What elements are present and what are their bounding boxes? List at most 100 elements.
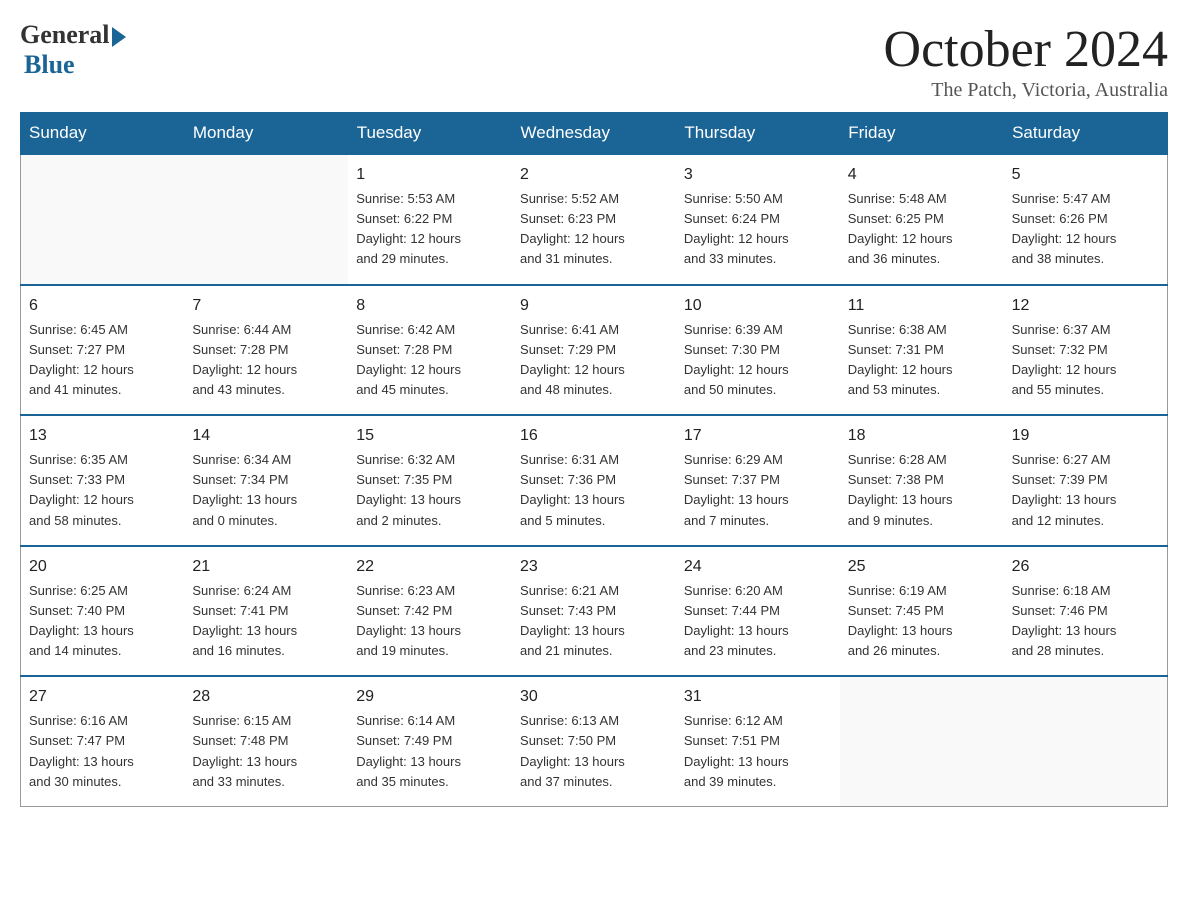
day-number: 7 [192,294,340,318]
day-number: 2 [520,163,668,187]
calendar-day-cell: 30Sunrise: 6:13 AMSunset: 7:50 PMDayligh… [512,676,676,806]
calendar-header-row: SundayMondayTuesdayWednesdayThursdayFrid… [21,113,1168,155]
calendar-day-cell: 4Sunrise: 5:48 AMSunset: 6:25 PMDaylight… [840,154,1004,285]
day-number: 18 [848,424,996,448]
month-title: October 2024 [884,20,1168,79]
day-number: 5 [1012,163,1159,187]
calendar-day-cell: 10Sunrise: 6:39 AMSunset: 7:30 PMDayligh… [676,285,840,416]
calendar-week-row: 13Sunrise: 6:35 AMSunset: 7:33 PMDayligh… [21,415,1168,546]
day-number: 16 [520,424,668,448]
day-info: Sunrise: 6:31 AMSunset: 7:36 PMDaylight:… [520,450,668,531]
day-number: 26 [1012,555,1159,579]
calendar-day-cell: 23Sunrise: 6:21 AMSunset: 7:43 PMDayligh… [512,546,676,677]
day-info: Sunrise: 6:20 AMSunset: 7:44 PMDaylight:… [684,581,832,662]
calendar-day-cell: 29Sunrise: 6:14 AMSunset: 7:49 PMDayligh… [348,676,512,806]
calendar-day-cell: 2Sunrise: 5:52 AMSunset: 6:23 PMDaylight… [512,154,676,285]
day-of-week-header: Thursday [676,113,840,155]
day-of-week-header: Wednesday [512,113,676,155]
day-info: Sunrise: 6:16 AMSunset: 7:47 PMDaylight:… [29,711,176,792]
calendar-day-cell: 25Sunrise: 6:19 AMSunset: 7:45 PMDayligh… [840,546,1004,677]
day-info: Sunrise: 6:13 AMSunset: 7:50 PMDaylight:… [520,711,668,792]
calendar-day-cell: 19Sunrise: 6:27 AMSunset: 7:39 PMDayligh… [1004,415,1168,546]
day-number: 13 [29,424,176,448]
day-number: 20 [29,555,176,579]
day-of-week-header: Monday [184,113,348,155]
page-header: General Blue October 2024 The Patch, Vic… [20,20,1168,102]
day-info: Sunrise: 6:34 AMSunset: 7:34 PMDaylight:… [192,450,340,531]
day-number: 21 [192,555,340,579]
day-number: 4 [848,163,996,187]
calendar-week-row: 6Sunrise: 6:45 AMSunset: 7:27 PMDaylight… [21,285,1168,416]
day-info: Sunrise: 6:39 AMSunset: 7:30 PMDaylight:… [684,320,832,401]
calendar-day-cell: 18Sunrise: 6:28 AMSunset: 7:38 PMDayligh… [840,415,1004,546]
day-number: 28 [192,685,340,709]
calendar-day-cell [840,676,1004,806]
calendar-day-cell: 15Sunrise: 6:32 AMSunset: 7:35 PMDayligh… [348,415,512,546]
day-info: Sunrise: 6:45 AMSunset: 7:27 PMDaylight:… [29,320,176,401]
day-of-week-header: Saturday [1004,113,1168,155]
calendar-day-cell: 6Sunrise: 6:45 AMSunset: 7:27 PMDaylight… [21,285,185,416]
calendar-week-row: 20Sunrise: 6:25 AMSunset: 7:40 PMDayligh… [21,546,1168,677]
day-info: Sunrise: 6:41 AMSunset: 7:29 PMDaylight:… [520,320,668,401]
logo-arrow-icon [112,27,126,47]
day-number: 27 [29,685,176,709]
day-info: Sunrise: 6:23 AMSunset: 7:42 PMDaylight:… [356,581,504,662]
logo-general-text: General [20,20,110,50]
day-info: Sunrise: 5:50 AMSunset: 6:24 PMDaylight:… [684,189,832,270]
calendar-day-cell [184,154,348,285]
day-info: Sunrise: 6:14 AMSunset: 7:49 PMDaylight:… [356,711,504,792]
day-number: 9 [520,294,668,318]
calendar-day-cell: 11Sunrise: 6:38 AMSunset: 7:31 PMDayligh… [840,285,1004,416]
day-number: 31 [684,685,832,709]
calendar-day-cell: 1Sunrise: 5:53 AMSunset: 6:22 PMDaylight… [348,154,512,285]
calendar-day-cell [1004,676,1168,806]
logo-blue-text: Blue [24,50,75,80]
calendar-day-cell: 5Sunrise: 5:47 AMSunset: 6:26 PMDaylight… [1004,154,1168,285]
calendar-day-cell: 27Sunrise: 6:16 AMSunset: 7:47 PMDayligh… [21,676,185,806]
calendar-day-cell: 8Sunrise: 6:42 AMSunset: 7:28 PMDaylight… [348,285,512,416]
day-info: Sunrise: 6:42 AMSunset: 7:28 PMDaylight:… [356,320,504,401]
day-of-week-header: Tuesday [348,113,512,155]
day-info: Sunrise: 6:15 AMSunset: 7:48 PMDaylight:… [192,711,340,792]
calendar-day-cell: 22Sunrise: 6:23 AMSunset: 7:42 PMDayligh… [348,546,512,677]
day-number: 19 [1012,424,1159,448]
day-info: Sunrise: 6:29 AMSunset: 7:37 PMDaylight:… [684,450,832,531]
day-info: Sunrise: 6:12 AMSunset: 7:51 PMDaylight:… [684,711,832,792]
calendar-day-cell: 21Sunrise: 6:24 AMSunset: 7:41 PMDayligh… [184,546,348,677]
calendar-day-cell: 13Sunrise: 6:35 AMSunset: 7:33 PMDayligh… [21,415,185,546]
day-info: Sunrise: 6:37 AMSunset: 7:32 PMDaylight:… [1012,320,1159,401]
logo: General Blue [20,20,126,80]
day-info: Sunrise: 6:27 AMSunset: 7:39 PMDaylight:… [1012,450,1159,531]
day-number: 15 [356,424,504,448]
calendar-day-cell [21,154,185,285]
calendar-day-cell: 20Sunrise: 6:25 AMSunset: 7:40 PMDayligh… [21,546,185,677]
day-number: 17 [684,424,832,448]
location-text: The Patch, Victoria, Australia [884,79,1168,102]
day-number: 24 [684,555,832,579]
day-number: 30 [520,685,668,709]
calendar-day-cell: 31Sunrise: 6:12 AMSunset: 7:51 PMDayligh… [676,676,840,806]
calendar-day-cell: 14Sunrise: 6:34 AMSunset: 7:34 PMDayligh… [184,415,348,546]
day-number: 6 [29,294,176,318]
day-number: 8 [356,294,504,318]
calendar-week-row: 27Sunrise: 6:16 AMSunset: 7:47 PMDayligh… [21,676,1168,806]
calendar-day-cell: 3Sunrise: 5:50 AMSunset: 6:24 PMDaylight… [676,154,840,285]
day-of-week-header: Sunday [21,113,185,155]
day-info: Sunrise: 5:52 AMSunset: 6:23 PMDaylight:… [520,189,668,270]
day-info: Sunrise: 6:24 AMSunset: 7:41 PMDaylight:… [192,581,340,662]
calendar-table: SundayMondayTuesdayWednesdayThursdayFrid… [20,112,1168,807]
calendar-day-cell: 24Sunrise: 6:20 AMSunset: 7:44 PMDayligh… [676,546,840,677]
day-number: 11 [848,294,996,318]
day-number: 29 [356,685,504,709]
day-number: 22 [356,555,504,579]
day-number: 10 [684,294,832,318]
day-of-week-header: Friday [840,113,1004,155]
day-info: Sunrise: 6:35 AMSunset: 7:33 PMDaylight:… [29,450,176,531]
calendar-week-row: 1Sunrise: 5:53 AMSunset: 6:22 PMDaylight… [21,154,1168,285]
day-number: 3 [684,163,832,187]
day-info: Sunrise: 6:38 AMSunset: 7:31 PMDaylight:… [848,320,996,401]
day-info: Sunrise: 5:47 AMSunset: 6:26 PMDaylight:… [1012,189,1159,270]
day-info: Sunrise: 5:53 AMSunset: 6:22 PMDaylight:… [356,189,504,270]
calendar-day-cell: 9Sunrise: 6:41 AMSunset: 7:29 PMDaylight… [512,285,676,416]
day-number: 23 [520,555,668,579]
